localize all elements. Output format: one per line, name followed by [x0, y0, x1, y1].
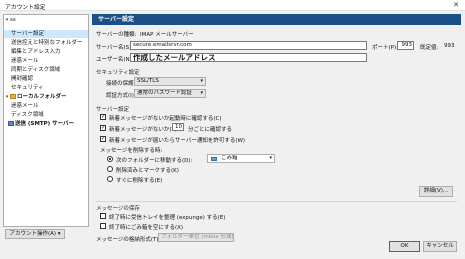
tree-item-label: 開封確認	[11, 76, 34, 82]
connection-security-select[interactable]: SSL/TLS ▾	[134, 77, 206, 86]
delete-immediately-radio[interactable]	[107, 176, 113, 182]
tree-search-text: ss	[10, 17, 16, 23]
auth-method-value: 通常のパスワード認証	[137, 90, 193, 96]
default-port-value: 993	[444, 43, 455, 49]
check-every-checkbox[interactable]: ✓	[100, 125, 106, 131]
tree-item-label: 送信 (SMTP) サーバー	[15, 121, 75, 127]
account-actions-label: アカウント操作(A)	[9, 231, 57, 237]
username-input[interactable]: 作成したメールアドレス	[130, 53, 367, 62]
tree-item-label: サーバー設定	[11, 31, 44, 37]
mark-deleted-label: 削除済みとマークする(K)	[116, 168, 179, 174]
tree-item-security[interactable]: セキュリティ	[4, 84, 88, 92]
move-to-folder-label: 次のフォルダーに移動する(D):	[116, 158, 193, 164]
store-type-select[interactable]: フォルダー単位 (mbox 形式) ▾	[158, 233, 234, 242]
tree-item-sync-disk[interactable]: 同期とディスク領域	[4, 66, 88, 74]
cancel-button[interactable]: キャンセル	[423, 241, 457, 252]
folder-icon	[10, 94, 16, 99]
allow-push-label: 新着メッセージが届いたらサーバー通知を許可する(W)	[109, 138, 246, 144]
auth-method-label: 認証方式(I):	[106, 93, 136, 99]
empty-trash-checkbox[interactable]	[100, 223, 106, 229]
account-tree[interactable]: ▾ ss サーバー設定 送信控えと特別なフォルダー 編集とアドレス入力 迷惑メール…	[3, 14, 89, 227]
tree-item-label: 迷惑メール	[11, 103, 39, 109]
tree-item-copies-folders[interactable]: 送信控えと特別なフォルダー	[4, 39, 88, 47]
delete-behavior-label: メッセージを削除する時:	[100, 148, 163, 154]
check-every-label: 新着メッセージがないか(Y)	[109, 127, 178, 133]
tree-item-receipts[interactable]: 開封確認	[4, 75, 88, 83]
folder-icon	[211, 157, 217, 161]
tree-item-local-disk[interactable]: ディスク領域	[4, 111, 88, 119]
empty-trash-label: 終了時にごみ箱を空にする(X)	[109, 225, 184, 231]
trash-folder-select[interactable]: ごみ箱 ▾	[207, 154, 275, 163]
chevron-down-icon: ▾	[57, 231, 61, 237]
tree-item-label: 送信控えと特別なフォルダー	[11, 40, 83, 46]
server-type-label: サーバーの種類:	[96, 32, 137, 38]
tree-item-smtp[interactable]: 送信 (SMTP) サーバー	[4, 120, 88, 128]
tree-item-label: 編集とアドレス入力	[11, 49, 61, 55]
chevron-down-icon: ▾	[200, 78, 203, 84]
tree-item-junk[interactable]: 迷惑メール	[4, 57, 88, 65]
window-title: アカウント設定	[5, 5, 46, 11]
outgoing-server-icon	[8, 121, 14, 126]
tree-item-label: セキュリティ	[11, 85, 44, 91]
server-name-label: サーバー名(S):	[96, 45, 134, 51]
tree-item-local-folders[interactable]: ▾ ローカルフォルダー	[4, 93, 88, 101]
divider	[96, 201, 457, 202]
check-interval-unit: 分ごとに確認する	[188, 127, 233, 133]
check-interval-input[interactable]: 10	[172, 123, 184, 131]
tree-item-label: 迷惑メール	[11, 58, 39, 64]
server-settings-section-title: サーバー設定	[96, 107, 129, 113]
server-type-value: IMAP メールサーバー	[140, 32, 194, 38]
advanced-button[interactable]: 詳細(V)...	[419, 186, 453, 197]
tree-search-row[interactable]: ▾ ss	[4, 16, 88, 24]
chevron-down-icon: ▾	[228, 234, 231, 240]
tree-item-label: 同期とディスク領域	[11, 67, 61, 73]
chevron-down-icon: ▾	[200, 90, 203, 96]
check-on-startup-checkbox[interactable]: ✓	[100, 114, 106, 120]
username-label: ユーザー名(N):	[96, 57, 134, 63]
close-icon[interactable]: ✕	[453, 1, 459, 9]
account-actions-button[interactable]: アカウント操作(A) ▾	[5, 229, 65, 239]
port-input[interactable]: 993	[397, 41, 414, 50]
tree-item-label: ディスク領域	[11, 112, 44, 118]
auth-method-select[interactable]: 通常のパスワード認証 ▾	[134, 89, 206, 98]
expunge-on-exit-label: 終了時に受信トレイを整理 (expunge) する(E)	[109, 215, 226, 221]
trash-folder-value: ごみ箱	[221, 155, 238, 161]
tree-item-label: ローカルフォルダー	[17, 94, 67, 100]
tree-item-server-settings[interactable]: サーバー設定	[4, 30, 88, 38]
title-bar: アカウント設定 ✕	[0, 0, 465, 11]
move-to-folder-radio[interactable]	[107, 156, 113, 162]
store-type-value: フォルダー単位 (mbox 形式)	[161, 234, 234, 240]
security-section-title: セキュリティ設定	[96, 70, 140, 76]
server-name-input[interactable]: secure.emailsrvr.com	[130, 41, 367, 50]
check-on-startup-label: 新着メッセージがないか起動時に確認する(C)	[109, 116, 222, 122]
tree-item-local-junk[interactable]: 迷惑メール	[4, 102, 88, 110]
ok-button[interactable]: OK	[389, 241, 420, 252]
allow-push-checkbox[interactable]: ✓	[100, 136, 106, 142]
tree-item-composition[interactable]: 編集とアドレス入力	[4, 48, 88, 56]
mark-deleted-radio[interactable]	[107, 166, 113, 172]
connection-security-value: SSL/TLS	[137, 78, 159, 84]
expunge-on-exit-checkbox[interactable]	[100, 213, 106, 219]
storage-section-title: メッセージの保存	[96, 206, 140, 212]
default-port-label: 既定値:	[420, 45, 439, 51]
delete-immediately-label: すぐに削除する(E)	[116, 178, 163, 184]
chevron-down-icon: ▾	[269, 155, 272, 161]
store-type-label: メッセージの格納形式(T):	[96, 237, 161, 243]
page-title: サーバー設定	[92, 14, 461, 25]
port-label: ポート(P):	[372, 45, 398, 51]
